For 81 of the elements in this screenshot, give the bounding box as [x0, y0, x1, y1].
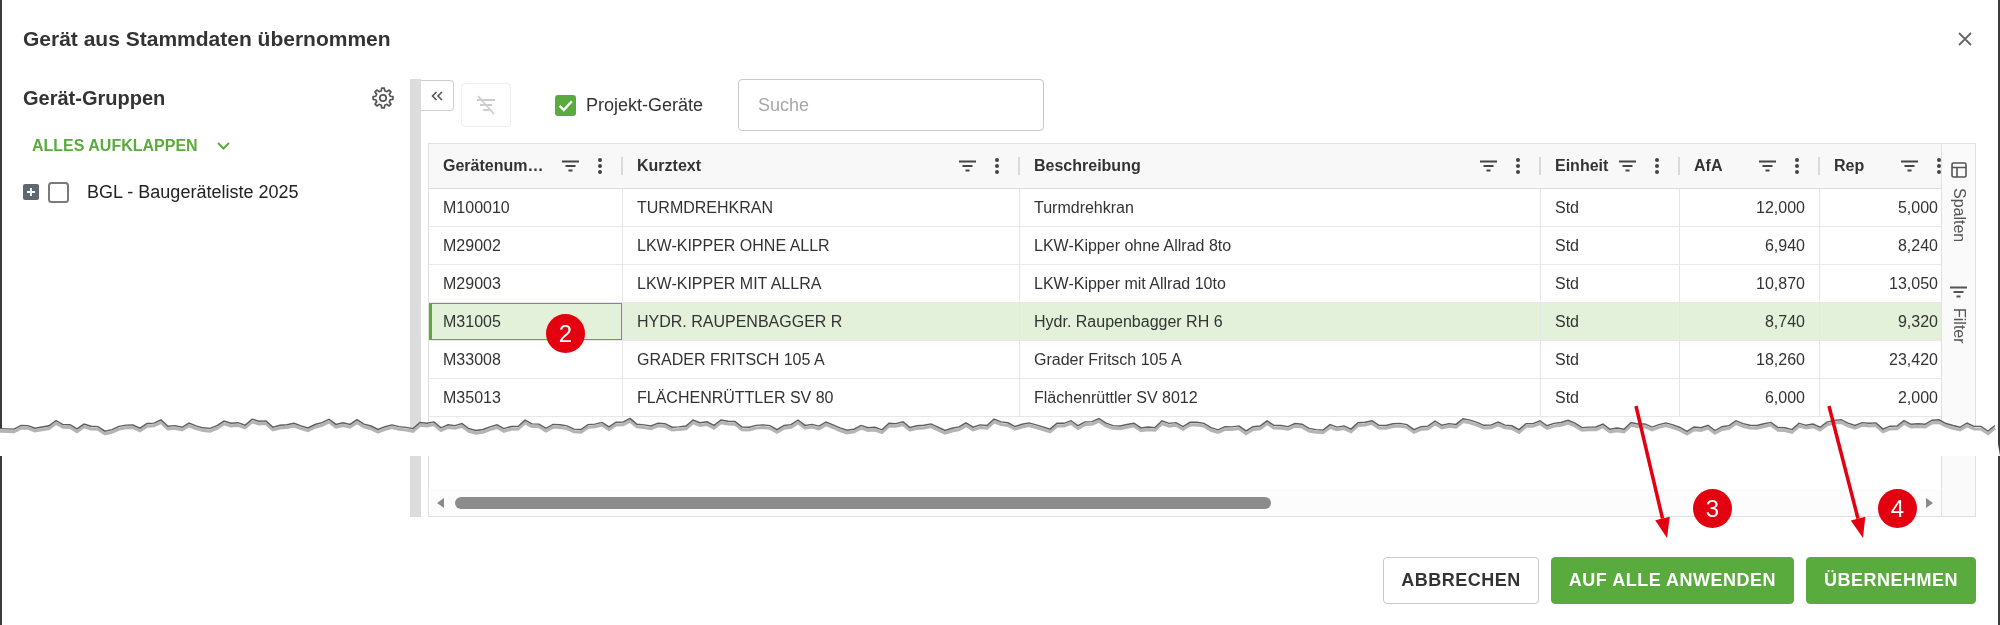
filter-icon: [1950, 286, 1967, 299]
filter-off-icon: [475, 95, 497, 115]
table-icon: [1950, 162, 1967, 178]
table-cell: 10,870: [1680, 265, 1820, 302]
kebab-menu-icon[interactable]: [1516, 158, 1520, 174]
table-cell: Flächenrüttler SV 8012: [1020, 379, 1541, 416]
table-cell: TURMDREHKRAN: [623, 189, 1020, 226]
table-cell: LKW-KIPPER MIT ALLRA: [623, 265, 1020, 302]
table-cell: 6,000: [1680, 379, 1820, 416]
dialog-title: Gerät aus Stammdaten übernommen: [23, 26, 391, 52]
table-cell: LKW-Kipper ohne Allrad 8to: [1020, 227, 1541, 264]
plus-square-icon[interactable]: [23, 184, 39, 200]
table-cell: Std: [1541, 189, 1680, 226]
project-devices-label[interactable]: Projekt-Geräte: [586, 91, 704, 119]
table-cell: Std: [1541, 341, 1680, 378]
filter-icon[interactable]: [562, 160, 579, 172]
project-devices-checkbox[interactable]: [555, 94, 576, 116]
table-cell: M35013: [429, 379, 623, 416]
tree-checkbox[interactable]: [48, 181, 69, 203]
panel-title: Gerät-Gruppen: [23, 86, 166, 110]
table-row[interactable]: M33008 GRADER FRITSCH 105 A Grader Fritsch 105 A Std 18,260 23,420: [429, 341, 1941, 379]
search-field[interactable]: Suche: [738, 79, 1045, 131]
filter-icon[interactable]: [1759, 160, 1776, 172]
column-header[interactable]: Beschreibung: [1034, 154, 1480, 178]
kebab-menu-icon[interactable]: [1937, 158, 1941, 174]
close-icon: [1958, 32, 1972, 46]
table-row[interactable]: M29003 LKW-KIPPER MIT ALLRA LKW-Kipper mit Allrad 10to Std 10,870 13,050: [429, 265, 1941, 303]
table-cell-text: 8,240: [1896, 236, 1939, 256]
table-cell: Std: [1541, 379, 1680, 416]
table-cell: M29003: [429, 265, 623, 302]
table-cell: 18,260: [1680, 341, 1820, 378]
side-panel-tab[interactable]: Filter: [1949, 286, 1968, 344]
table-cell: Grader Fritsch 105 A: [1020, 341, 1541, 378]
table-row[interactable]: M35013 FLÄCHENRÜTTLER SV 80 Flächenrüttler SV 8012 Std 6,000 2,000: [429, 379, 1941, 417]
table-cell: HYDR. RAUPENBAGGER R: [623, 303, 1020, 340]
column-header[interactable]: AfA: [1694, 154, 1759, 178]
table-cell-text: 2,000: [1896, 388, 1939, 408]
filter-icon[interactable]: [959, 160, 976, 172]
kebab-menu-icon[interactable]: [598, 158, 602, 174]
table-cell: 12,000: [1680, 189, 1820, 226]
column-header[interactable]: Rep: [1834, 154, 1901, 178]
table-row[interactable]: M29002 LKW-KIPPER OHNE ALLR LKW-Kipper ohne Allrad 8to Std 6,940 8,240: [429, 227, 1941, 265]
table-cell: FLÄCHENRÜTTLER SV 80: [623, 379, 1020, 416]
table-cell: Std: [1541, 265, 1680, 302]
table-cell: Turmdrehkran: [1020, 189, 1541, 226]
double-chevron-left-icon: [431, 90, 443, 101]
side-panel-tab[interactable]: Spalten: [1949, 162, 1968, 243]
column-header[interactable]: Gerätenum…: [443, 154, 562, 178]
kebab-menu-icon[interactable]: [1795, 158, 1799, 174]
table-cell: Std: [1541, 303, 1680, 340]
tree-item-label[interactable]: BGL - Baugeräteliste 2025: [87, 181, 299, 203]
filter-icon[interactable]: [1619, 160, 1636, 172]
scroll-right-icon[interactable]: [1926, 497, 1933, 508]
table-cell: LKW-KIPPER OHNE ALLR: [623, 227, 1020, 264]
filter-icon[interactable]: [1901, 160, 1918, 172]
column-header[interactable]: Einheit: [1555, 154, 1619, 178]
scroll-left-icon[interactable]: [437, 497, 444, 508]
table-cell-text: 13,050: [1888, 274, 1939, 294]
table-cell: 6,940: [1680, 227, 1820, 264]
table-cell-text: 23,420: [1888, 350, 1939, 370]
table-cell-text: 9,320: [1896, 312, 1939, 332]
table-cell: M100010: [429, 189, 623, 226]
kebab-menu-icon[interactable]: [1655, 158, 1659, 174]
filter-icon[interactable]: [1480, 160, 1497, 172]
chevron-down-icon: [216, 142, 230, 150]
column-header[interactable]: Kurztext: [637, 154, 959, 178]
kebab-menu-icon[interactable]: [995, 158, 999, 174]
table-cell: M33008: [429, 341, 623, 378]
table-cell: GRADER FRITSCH 105 A: [623, 341, 1020, 378]
collapse-panel-button[interactable]: [421, 80, 454, 111]
close-button[interactable]: [1958, 32, 1972, 46]
settings-icon[interactable]: [372, 87, 394, 109]
table-cell-text: 5,000: [1896, 198, 1939, 218]
table-cell: Hydr. Raupenbagger RH 6: [1020, 303, 1541, 340]
table-cell: M29002: [429, 227, 623, 264]
cancel-button[interactable]: ABBRECHEN: [1383, 557, 1539, 604]
table-cell: Std: [1541, 227, 1680, 264]
table-cell: 8,740: [1680, 303, 1820, 340]
scrollbar-thumb[interactable]: [455, 496, 1271, 509]
table-cell: LKW-Kipper mit Allrad 10to: [1020, 265, 1541, 302]
table-row[interactable]: M100010 TURMDREHKRAN Turmdrehkran Std 12,000 5,000: [429, 189, 1941, 227]
